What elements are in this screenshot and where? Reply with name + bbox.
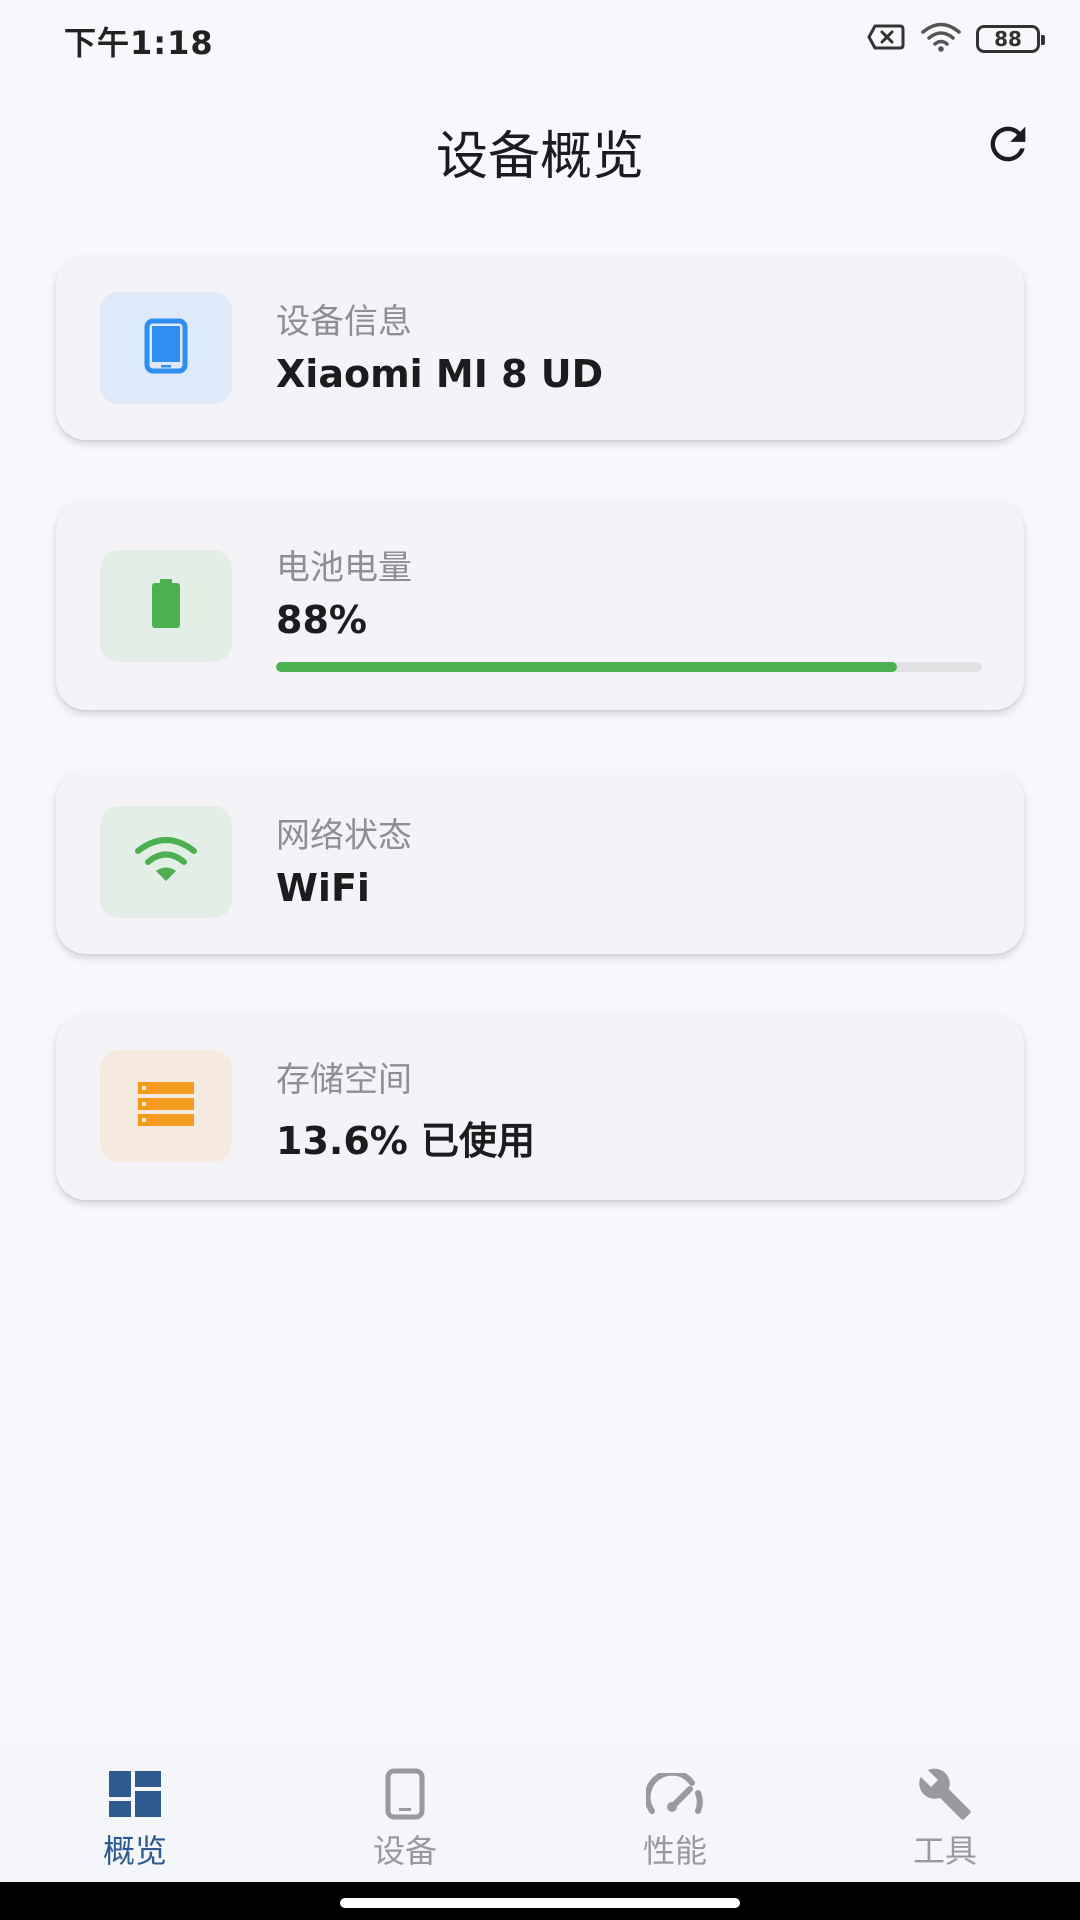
page-title: 设备概览 bbox=[435, 127, 644, 187]
network-value: WiFi bbox=[276, 866, 370, 910]
app-header: 设备概览 bbox=[0, 96, 1080, 196]
battery-value: 88% bbox=[276, 598, 367, 642]
system-gesture-area bbox=[0, 1882, 1080, 1920]
wifi-icon bbox=[134, 837, 198, 887]
battery-icon-box bbox=[100, 550, 232, 662]
nav-item-device[interactable]: 设备 bbox=[270, 1742, 540, 1882]
battery-level-text: 88 bbox=[994, 27, 1022, 51]
nav-label-performance: 性能 bbox=[642, 1832, 707, 1870]
wrench-icon bbox=[917, 1766, 973, 1822]
refresh-icon bbox=[982, 118, 1034, 174]
wifi-status-icon bbox=[920, 22, 962, 56]
network-card[interactable]: 网络状态 WiFi bbox=[56, 770, 1024, 954]
device-info-value: Xiaomi MI 8 UD bbox=[276, 352, 604, 396]
storage-icon-box bbox=[100, 1050, 232, 1162]
status-icons: 88 bbox=[866, 22, 1045, 56]
nav-item-tools[interactable]: 工具 bbox=[810, 1742, 1080, 1882]
speedometer-icon bbox=[646, 1766, 704, 1822]
device-info-icon-box bbox=[100, 292, 232, 404]
nav-item-performance[interactable]: 性能 bbox=[540, 1742, 810, 1882]
refresh-button[interactable] bbox=[976, 114, 1040, 178]
nav-label-tools: 工具 bbox=[912, 1832, 977, 1870]
storage-value: 13.6% 已使用 bbox=[276, 1119, 536, 1163]
network-label: 网络状态 bbox=[276, 816, 412, 856]
status-time: 下午1:18 bbox=[64, 24, 214, 62]
network-icon-box bbox=[100, 806, 232, 918]
nav-label-device: 设备 bbox=[372, 1832, 437, 1870]
battery-progress-fill bbox=[276, 662, 898, 672]
battery-progress-track bbox=[276, 662, 982, 672]
device-info-label: 设备信息 bbox=[276, 302, 412, 342]
storage-label: 存储空间 bbox=[276, 1060, 412, 1100]
status-bar: 下午1:18 88 bbox=[0, 0, 1080, 80]
dashboard-icon bbox=[109, 1766, 161, 1822]
battery-status-icon: 88 bbox=[976, 25, 1045, 53]
battery-icon bbox=[150, 579, 182, 633]
phone-icon bbox=[144, 318, 188, 378]
nav-item-overview[interactable]: 概览 bbox=[0, 1742, 270, 1882]
battery-card[interactable]: 电池电量 88% bbox=[56, 500, 1024, 710]
device-info-card[interactable]: 设备信息 Xiaomi MI 8 UD bbox=[56, 256, 1024, 440]
device-icon bbox=[385, 1766, 425, 1822]
home-gesture-handle[interactable] bbox=[340, 1898, 740, 1908]
storage-icon bbox=[138, 1082, 194, 1130]
bottom-navigation: 概览 设备 性能 工具 bbox=[0, 1742, 1080, 1882]
nav-label-overview: 概览 bbox=[102, 1832, 167, 1870]
no-sim-icon bbox=[866, 23, 906, 55]
battery-label: 电池电量 bbox=[276, 548, 412, 588]
storage-card[interactable]: 存储空间 13.6% 已使用 bbox=[56, 1014, 1024, 1200]
